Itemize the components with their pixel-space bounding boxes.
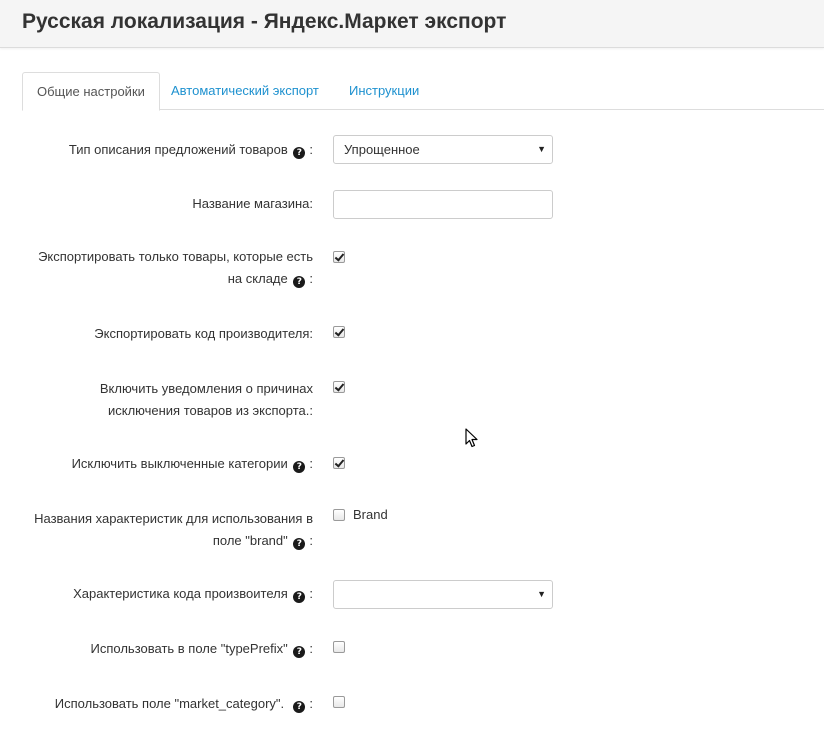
exclusion-notifications-checkbox[interactable] <box>333 381 345 393</box>
export-manufacturer-code-checkbox[interactable] <box>333 326 345 338</box>
offer-type-label: Тип описания предложений товаров ?: <box>68 142 313 159</box>
help-icon[interactable]: ? <box>293 646 306 658</box>
brand-attributes-label: Названия характеристик для использования… <box>34 511 313 550</box>
manufacturer-code-attribute-label: Характеристика кода произвоителя ?: <box>73 586 313 603</box>
exclusion-notifications-label: Включить уведомления о причинах исключен… <box>99 381 313 418</box>
in-stock-only-label: Экспортировать только товары, которые ес… <box>38 249 313 288</box>
brand-option-label[interactable]: Brand <box>353 507 388 522</box>
manufacturer-code-attribute-select[interactable]: ▼ <box>333 580 553 609</box>
help-icon[interactable]: ? <box>293 591 306 603</box>
help-icon[interactable]: ? <box>293 701 306 713</box>
offer-type-selected-value: Упрощенное <box>344 142 420 157</box>
offer-type-select[interactable]: Упрощенное ▼ <box>333 135 553 164</box>
page-title: Русская локализация - Яндекс.Маркет эксп… <box>22 10 507 33</box>
exclude-disabled-categories-checkbox[interactable] <box>333 457 345 469</box>
type-prefix-checkbox[interactable] <box>333 641 345 653</box>
tab-general-settings[interactable]: Общие настройки <box>22 72 160 111</box>
market-category-label: Использовать поле "market_category". ?: <box>54 696 313 713</box>
page-header: Русская локализация - Яндекс.Маркет эксп… <box>0 0 824 48</box>
help-icon[interactable]: ? <box>293 461 306 473</box>
in-stock-only-checkbox[interactable] <box>333 251 345 263</box>
market-category-checkbox[interactable] <box>333 696 345 708</box>
tab-automatic-export[interactable]: Автоматический экспорт <box>157 72 333 110</box>
export-manufacturer-code-label: Экспортировать код производителя: <box>94 326 313 341</box>
tab-instructions[interactable]: Инструкции <box>335 72 433 110</box>
tab-bar: Общие настройки Автоматический экспорт И… <box>22 72 824 111</box>
brand-checkbox[interactable] <box>333 509 345 521</box>
shop-name-label: Название магазина: <box>192 196 313 211</box>
help-icon[interactable]: ? <box>293 147 306 159</box>
chevron-down-icon: ▼ <box>537 144 546 154</box>
help-icon[interactable]: ? <box>293 538 306 550</box>
exclude-disabled-categories-label: Исключить выключенные категории ?: <box>71 456 313 473</box>
mouse-cursor-icon <box>465 428 478 448</box>
help-icon[interactable]: ? <box>293 276 306 288</box>
shop-name-input[interactable] <box>333 190 553 219</box>
chevron-down-icon: ▼ <box>537 589 546 599</box>
type-prefix-label: Использовать в поле "typePrefix" ?: <box>90 641 313 658</box>
